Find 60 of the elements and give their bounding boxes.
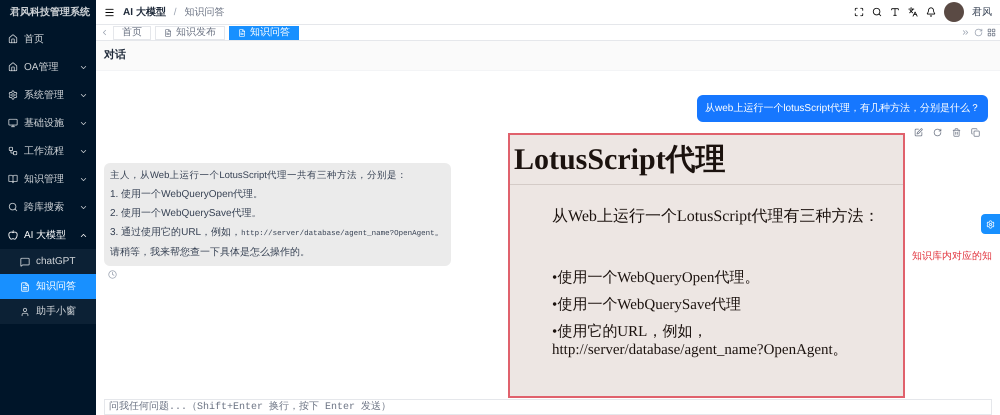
fullscreen-icon[interactable]: [854, 7, 864, 17]
sidebar-item[interactable]: 首页: [0, 25, 96, 53]
notification-icon[interactable]: [926, 7, 936, 17]
person-icon: [20, 306, 30, 316]
menu-icon[interactable]: [104, 6, 115, 18]
sidebar-item[interactable]: 基础设施: [0, 109, 96, 137]
home-icon: [8, 34, 18, 44]
book-icon: [8, 174, 18, 184]
search-icon: [8, 202, 18, 212]
sidebar-item[interactable]: 工作流程: [0, 137, 96, 165]
annotation-text: 知识库内对应的知: [912, 250, 992, 264]
assistant-closing: 请稍等，我来帮您查一下具体是怎么操作的。: [110, 246, 311, 260]
font-size-icon[interactable]: [890, 7, 900, 17]
sidebar-item[interactable]: OA管理: [0, 53, 96, 81]
apple-icon: [8, 230, 18, 240]
breadcrumb[interactable]: 知识问答: [184, 4, 225, 20]
floating-settings-button[interactable]: [981, 214, 1000, 234]
chat-icon: [20, 256, 30, 266]
sidebar-item[interactable]: 知识管理: [0, 165, 96, 193]
user-name[interactable]: 君风: [972, 4, 992, 20]
page-title: 对话: [104, 48, 126, 64]
app-title: 君风科技管理系统: [10, 6, 90, 20]
gear-icon: [986, 220, 995, 228]
document-icon: [238, 28, 246, 36]
search-icon[interactable]: [872, 7, 882, 17]
page-tab[interactable]: 首页: [113, 26, 151, 40]
refresh-icon[interactable]: [933, 128, 942, 137]
slide-bullet: •使用一个WebQuerySave代理: [552, 296, 742, 314]
sidebar-item[interactable]: AI 大模型: [0, 221, 96, 249]
slide-title: LotusScript代理: [514, 142, 726, 178]
slide-bullet: •使用它的URL，例如， http://server/database/agent_name?OpenAgent。: [552, 322, 849, 360]
gear-icon: [8, 90, 18, 100]
document-icon: [20, 282, 30, 292]
scroll-right-icon[interactable]: [961, 28, 970, 37]
copy-icon[interactable]: [971, 128, 980, 137]
breadcrumb-separator: /: [174, 6, 177, 20]
slide-bullet: •使用一个WebQueryOpen代理。: [552, 269, 760, 288]
sidebar-item[interactable]: 系统管理: [0, 81, 96, 109]
page-tab[interactable]: 知识发布: [155, 26, 225, 40]
edit-icon[interactable]: [914, 128, 923, 137]
sidebar-subitem[interactable]: chatGPT: [0, 249, 96, 274]
sidebar-subitem[interactable]: 助手小窗: [0, 299, 96, 324]
delete-icon[interactable]: [952, 128, 961, 137]
clock-icon: [108, 270, 117, 278]
assistant-list-item: 2. 使用一个WebQuerySave代理。: [110, 207, 262, 222]
breadcrumb[interactable]: AI 大模型: [123, 4, 166, 20]
monitor-icon: [8, 118, 18, 128]
slide-text: 从Web上运行一个LotusScript代理有三种方法：: [552, 206, 881, 227]
translate-icon[interactable]: [908, 7, 918, 17]
refresh-icon[interactable]: [974, 28, 983, 37]
grid-icon[interactable]: [987, 28, 996, 37]
assistant-intro: 主人，从Web上运行一个LotusScript代理一共有三种方法，分别是：: [110, 169, 408, 183]
assistant-list-item: 1. 使用一个WebQueryOpen代理。: [110, 188, 264, 202]
flow-icon: [8, 146, 18, 156]
house-icon: [8, 62, 18, 72]
scroll-left-icon[interactable]: [100, 28, 109, 37]
document-icon: [164, 28, 172, 36]
sidebar-item[interactable]: 跨库搜索: [0, 193, 96, 221]
user-message: 从web上运行一个lotusScript代理，有几种方法，分别是什么？: [696, 95, 988, 122]
avatar[interactable]: [944, 2, 964, 22]
